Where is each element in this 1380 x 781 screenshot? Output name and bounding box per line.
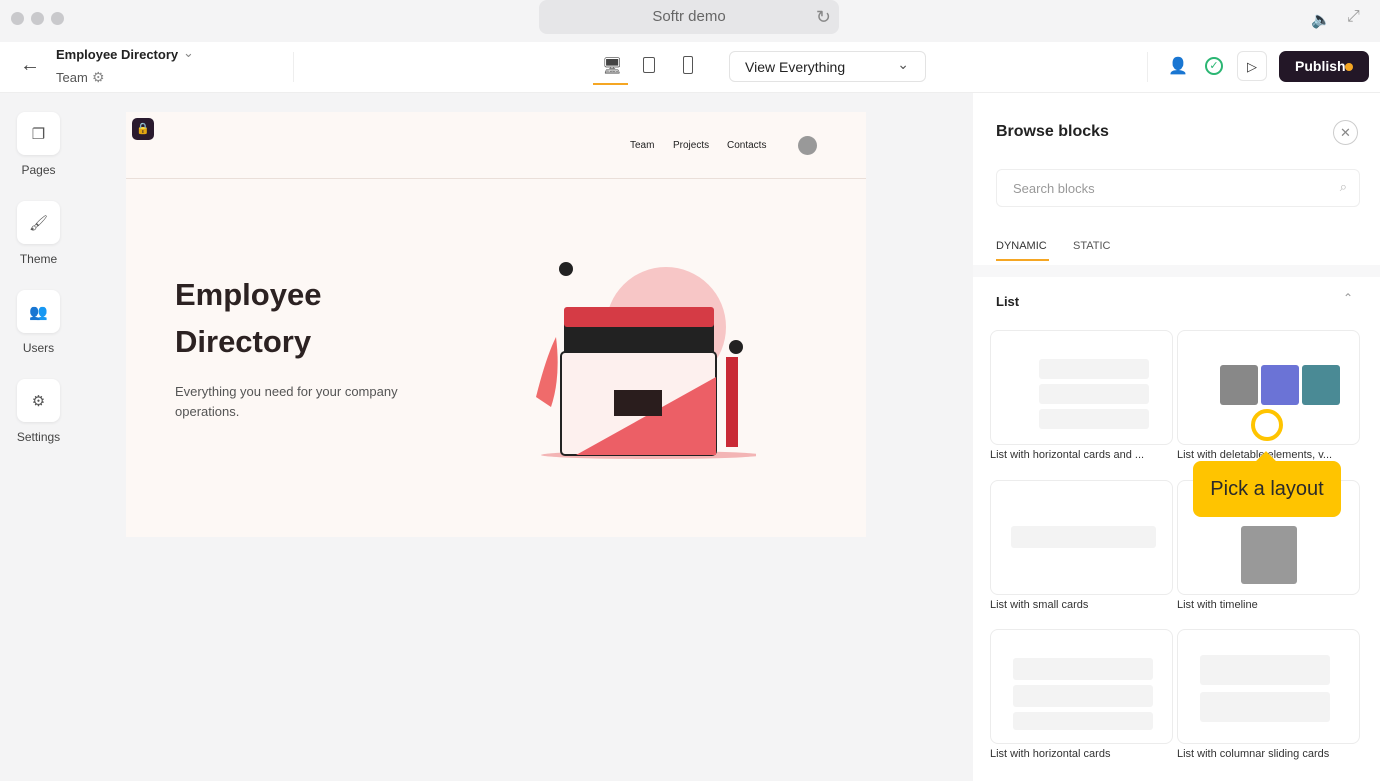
editor-toolbar: ← Employee Directory ⌄ Team ⚙ 🖥 View Eve… xyxy=(0,42,1380,93)
paint-roller-icon: 🖌 xyxy=(28,214,49,232)
block-label[interactable]: List with small cards xyxy=(990,599,1173,611)
avatar[interactable] xyxy=(798,136,817,155)
search-blocks-input[interactable]: Search blocks ⌕ xyxy=(996,169,1360,207)
sidebar-item-settings[interactable]: ⚙ xyxy=(17,379,60,422)
active-tab-indicator xyxy=(996,259,1049,261)
app-name[interactable]: Employee Directory xyxy=(56,47,178,62)
window-titlebar: Softr demo ↻ 🔈 ⤢ xyxy=(0,0,1380,42)
mobile-view-icon[interactable] xyxy=(683,56,693,74)
maximize-window-button[interactable] xyxy=(51,12,64,25)
block-thumbnail[interactable] xyxy=(990,480,1173,595)
section-title: List xyxy=(996,294,1020,309)
gear-icon[interactable]: ⚙ xyxy=(92,69,105,86)
speaker-icon[interactable]: 🔈 xyxy=(1311,10,1331,30)
chevron-down-icon[interactable]: ⌄ xyxy=(183,45,194,61)
block-thumbnail[interactable] xyxy=(1177,629,1360,744)
nav-link-contacts[interactable]: Contacts xyxy=(727,140,766,151)
hero-subtitle: Everything you need for your company xyxy=(175,384,398,399)
publish-button[interactable]: Publish xyxy=(1279,51,1369,82)
sidebar-item-users[interactable]: 👥 xyxy=(17,290,60,333)
hero-title: Employee xyxy=(175,277,322,312)
users-icon: 👥 xyxy=(29,303,48,321)
tab-static[interactable]: STATIC xyxy=(1073,240,1110,252)
nav-link-team[interactable]: Team xyxy=(630,140,654,151)
cursor-highlight xyxy=(1251,409,1283,441)
gear-icon: ⚙ xyxy=(31,392,46,410)
block-label[interactable]: List with timeline xyxy=(1177,599,1360,611)
nav-link-projects[interactable]: Projects xyxy=(673,140,709,151)
saved-check-icon: ✓ xyxy=(1205,57,1223,75)
address-bar[interactable]: Softr demo ↻ xyxy=(539,0,839,34)
sidebar-label: Settings xyxy=(16,430,61,444)
hero-illustration xyxy=(536,262,756,459)
chevron-down-icon: ⌄ xyxy=(897,56,909,72)
block-thumbnail[interactable] xyxy=(990,629,1173,744)
back-arrow-icon[interactable]: ← xyxy=(20,54,40,77)
logo[interactable]: 🔒 xyxy=(132,118,154,140)
invite-user-icon[interactable]: 👤 xyxy=(1168,56,1188,76)
chevron-up-icon[interactable]: ⌃ xyxy=(1343,291,1353,305)
sidebar-label: Pages xyxy=(21,163,56,177)
block-label[interactable]: List with columnar sliding cards xyxy=(1177,748,1360,760)
block-label[interactable]: List with horizontal cards and ... xyxy=(990,449,1173,461)
panel-title: Browse blocks xyxy=(996,123,1109,140)
hero-subtitle: operations. xyxy=(175,404,240,419)
active-view-indicator xyxy=(593,83,628,85)
close-icon[interactable]: ✕ xyxy=(1333,120,1358,145)
block-thumbnail[interactable] xyxy=(990,330,1173,445)
tablet-view-icon[interactable] xyxy=(643,57,655,73)
close-window-button[interactable] xyxy=(11,12,24,25)
browse-blocks-panel: Browse blocks ✕ Search blocks ⌕ DYNAMIC … xyxy=(973,93,1380,781)
sidebar-item-pages[interactable]: ❐ xyxy=(17,112,60,155)
status-dot xyxy=(1345,63,1353,71)
sidebar-label: Theme xyxy=(19,252,58,266)
sidebar-item-theme[interactable]: 🖌 xyxy=(17,201,60,244)
expand-icon[interactable]: ⤢ xyxy=(1347,8,1360,26)
tab-dynamic[interactable]: DYNAMIC xyxy=(996,240,1047,252)
pages-icon: ❐ xyxy=(31,125,46,143)
view-select[interactable]: View Everything ⌄ xyxy=(729,51,926,82)
desktop-view-icon[interactable]: 🖥 xyxy=(602,56,622,76)
hero-title: Directory xyxy=(175,324,312,359)
page-name[interactable]: Team xyxy=(56,70,88,85)
block-label[interactable]: List with horizontal cards xyxy=(990,748,1173,760)
sidebar-label: Users xyxy=(22,341,55,355)
reload-icon[interactable]: ↻ xyxy=(816,0,831,34)
search-icon: ⌕ xyxy=(1339,179,1347,194)
minimize-window-button[interactable] xyxy=(31,12,44,25)
page-preview[interactable]: 🔒 Team Projects Contacts Employee Direct… xyxy=(126,112,866,537)
preview-play-button[interactable]: ▷ xyxy=(1237,51,1267,81)
